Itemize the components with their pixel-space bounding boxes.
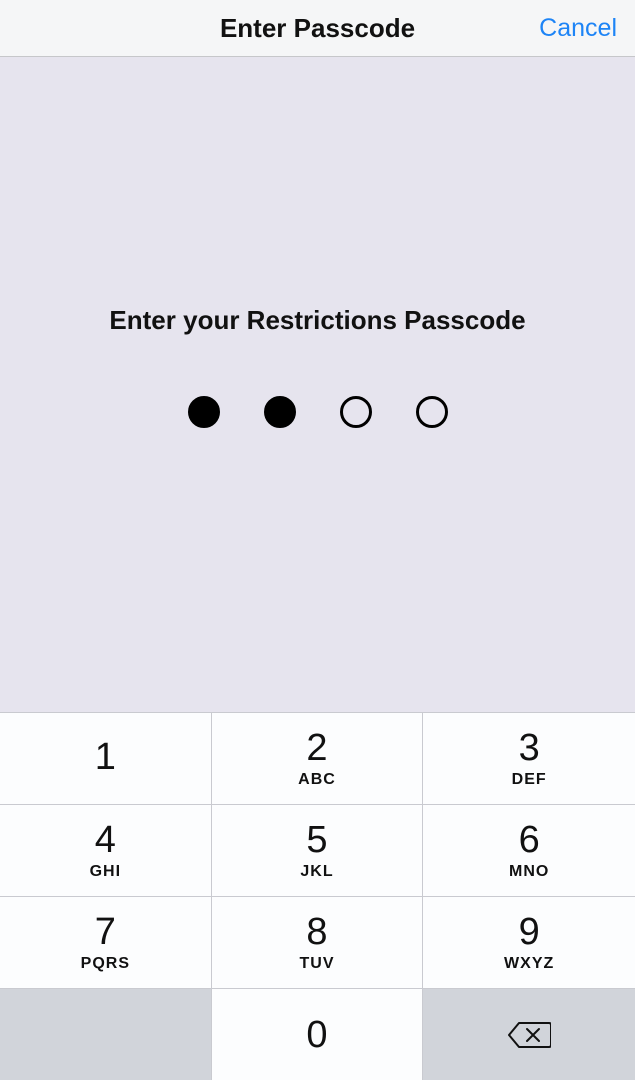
keypad-key-0[interactable]: 0 [212, 988, 424, 1080]
letters: DEF [512, 771, 547, 789]
delete-button[interactable] [423, 988, 635, 1080]
letters: PQRS [81, 955, 130, 973]
delete-icon [507, 1021, 551, 1049]
passcode-dot [188, 396, 220, 428]
prompt-text: Enter your Restrictions Passcode [109, 305, 525, 336]
digit: 3 [519, 729, 540, 767]
keypad-key-9[interactable]: 9 WXYZ [423, 896, 635, 988]
letters: GHI [90, 863, 121, 881]
passcode-dot [264, 396, 296, 428]
keypad-key-7[interactable]: 7 PQRS [0, 896, 212, 988]
header: Enter Passcode Cancel [0, 0, 635, 57]
passcode-dot [416, 396, 448, 428]
digit: 4 [95, 821, 116, 859]
keypad-key-1[interactable]: 1 [0, 712, 212, 804]
letters: WXYZ [504, 955, 554, 973]
page-title: Enter Passcode [220, 13, 415, 44]
passcode-dots [188, 396, 448, 428]
digit: 5 [306, 821, 327, 859]
digit: 7 [95, 913, 116, 951]
digit: 2 [306, 729, 327, 767]
content-area: Enter your Restrictions Passcode [0, 57, 635, 712]
keypad-key-8[interactable]: 8 TUV [212, 896, 424, 988]
keypad-key-3[interactable]: 3 DEF [423, 712, 635, 804]
letters: ABC [298, 771, 336, 789]
letters: MNO [509, 863, 549, 881]
cancel-button[interactable]: Cancel [539, 0, 617, 56]
letters: JKL [300, 863, 333, 881]
keypad-key-6[interactable]: 6 MNO [423, 804, 635, 896]
digit: 6 [519, 821, 540, 859]
digit: 9 [519, 913, 540, 951]
keypad-key-5[interactable]: 5 JKL [212, 804, 424, 896]
digit: 8 [306, 913, 327, 951]
digit: 0 [306, 1016, 327, 1054]
keypad-key-4[interactable]: 4 GHI [0, 804, 212, 896]
keypad-blank [0, 988, 212, 1080]
letters: TUV [299, 955, 334, 973]
keypad: 1 2 ABC 3 DEF 4 GHI 5 JKL 6 MNO 7 PQRS 8… [0, 712, 635, 1080]
keypad-key-2[interactable]: 2 ABC [212, 712, 424, 804]
digit: 1 [95, 738, 116, 776]
passcode-dot [340, 396, 372, 428]
